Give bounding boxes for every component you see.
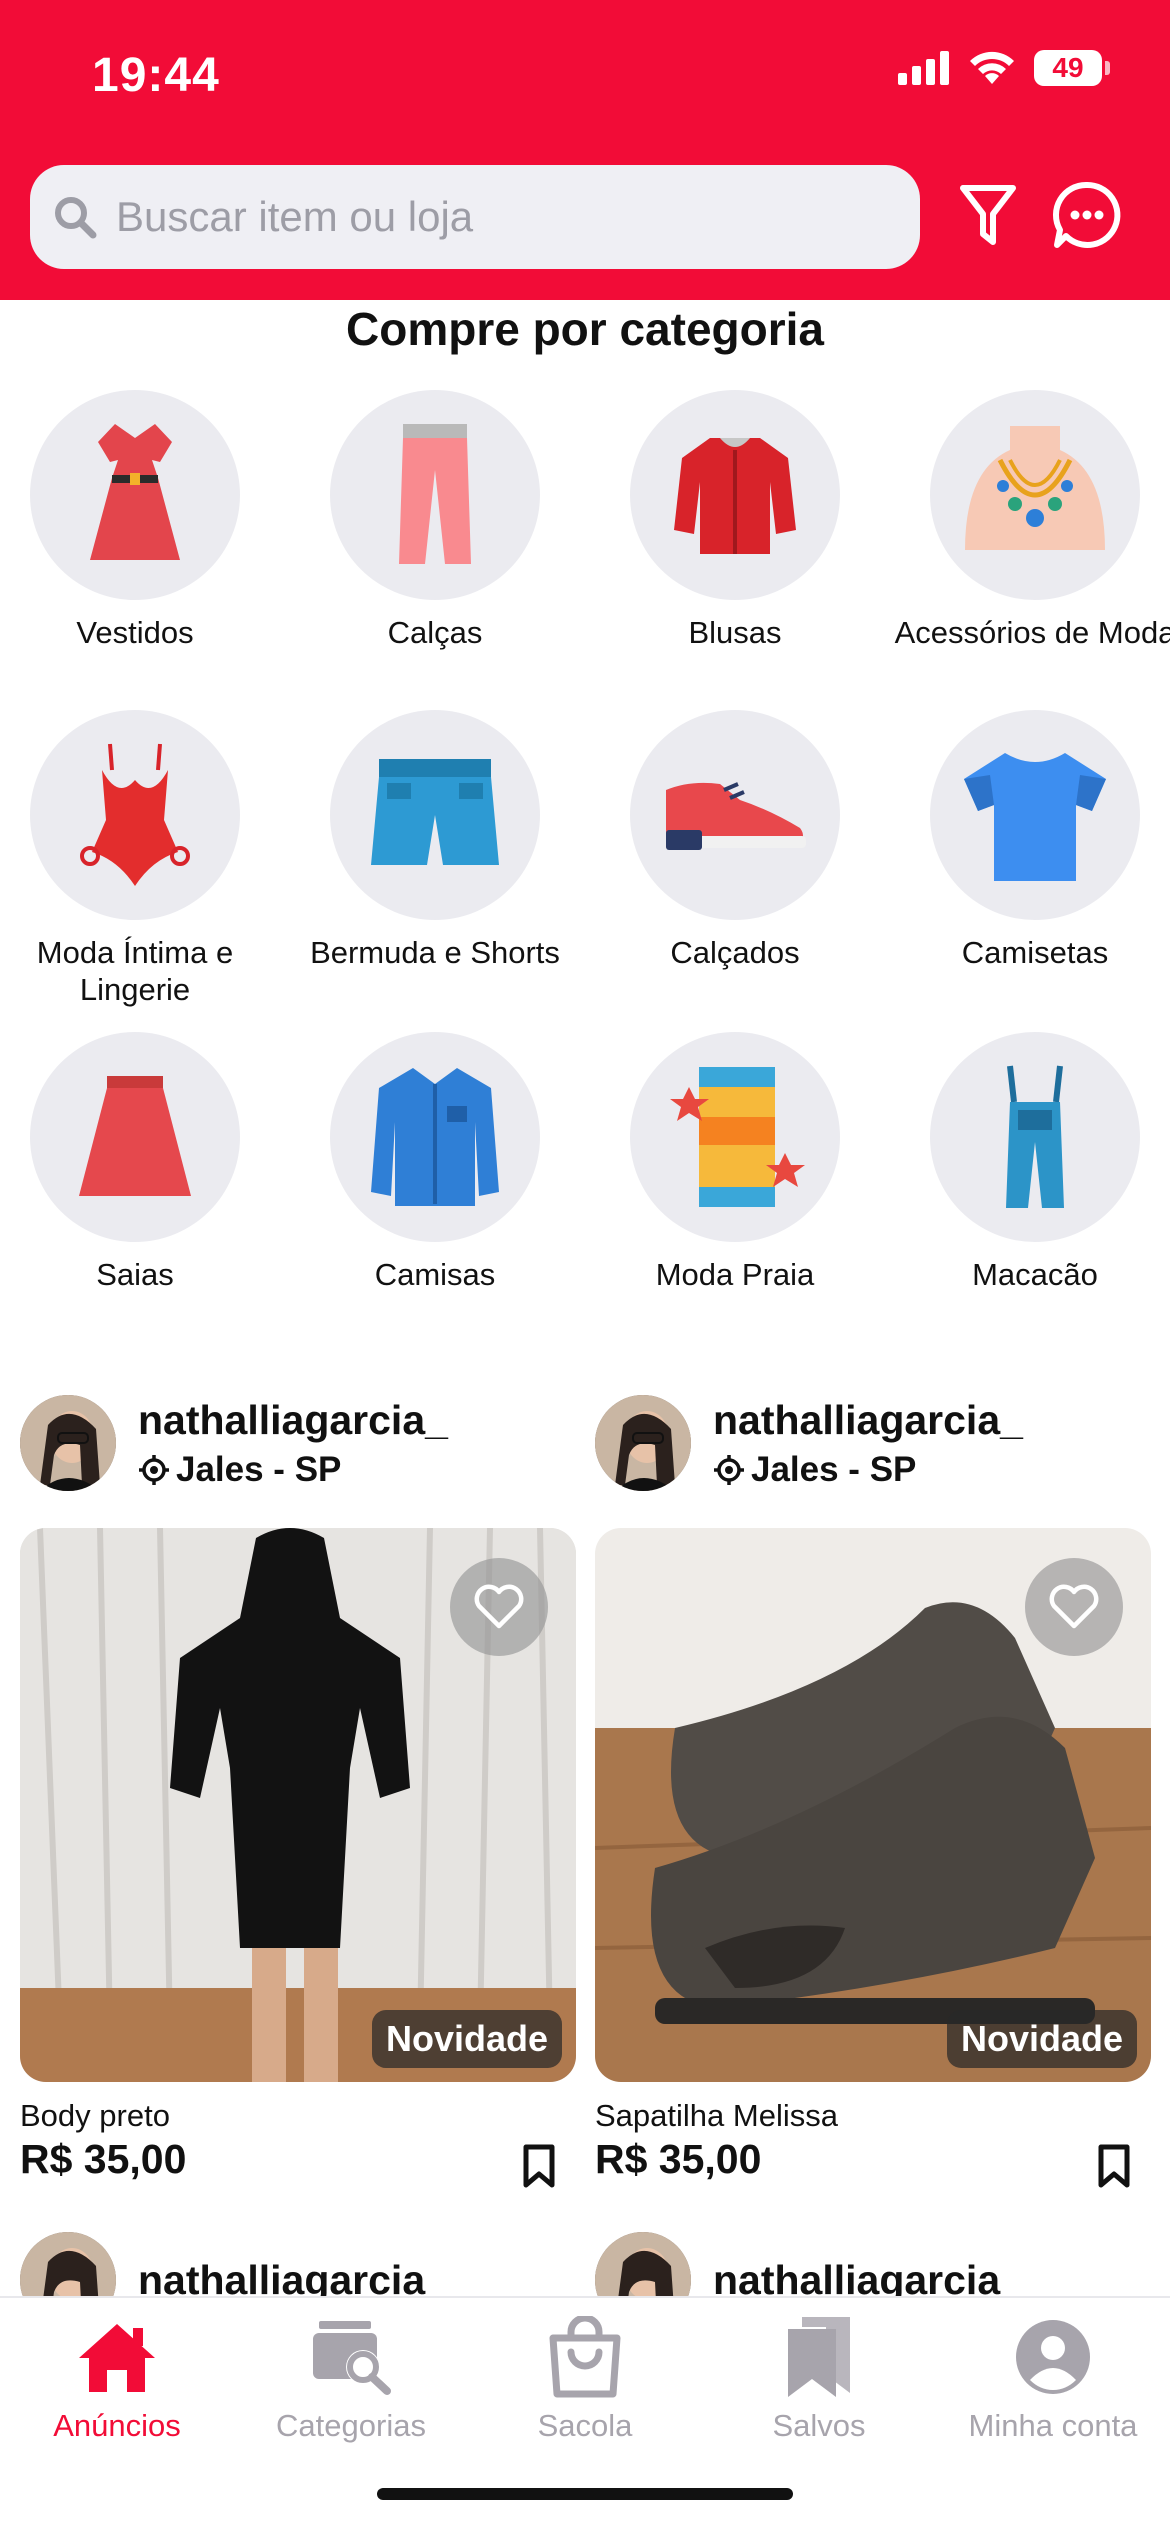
blouse-icon [674,438,796,554]
nav-label: Anúncios [53,2408,181,2443]
nav-label: Sacola [537,2408,633,2443]
search-input[interactable]: Buscar item ou loja [30,165,920,269]
product-title[interactable]: Body preto [20,2098,170,2134]
status-icons: 49 [898,50,1110,86]
new-badge: Novidade [371,2010,562,2068]
bookmark-icon[interactable] [522,2144,556,2188]
avatar [595,1395,691,1491]
seller-location: Jales - SP [713,1450,1023,1490]
bookmark-icon[interactable] [1097,2144,1131,2188]
category-label: Vestidos [76,615,194,650]
sneaker-icon [666,782,806,850]
category-label: Acessórios de Moda [894,615,1170,650]
heart-icon [1049,1584,1099,1629]
nav-label: Minha conta [968,2408,1138,2443]
new-badge: Novidade [946,2010,1137,2068]
filter-icon[interactable] [958,182,1018,250]
favorite-button[interactable] [450,1558,548,1656]
home-indicator [377,2488,793,2500]
nav-categorias[interactable]: Categorias [234,2312,468,2444]
category-label: Bermuda e Shorts [310,935,560,970]
avatar [20,1395,116,1491]
category-label: Moda Íntima e Lingerie [36,935,234,1007]
section-title: Compre por categoria [346,303,824,355]
category-moda-praia[interactable]: Moda Praia [585,1032,885,1293]
bag-icon [549,2316,621,2398]
category-camisas[interactable]: Camisas [285,1032,585,1293]
category-bermuda-shorts[interactable]: Bermuda e Shorts [285,710,585,971]
wifi-icon [970,51,1014,84]
dress-icon [90,424,180,560]
seller-header[interactable]: nathalliagarcia_ Jales - SP [595,1395,1023,1491]
category-vestidos[interactable]: Vestidos [0,390,285,651]
status-time: 19:44 [92,49,220,102]
heart-icon [474,1584,524,1629]
category-camisetas[interactable]: Camisetas [885,710,1170,971]
categories-search-icon [313,2321,391,2395]
category-macacao[interactable]: Macacão [885,1032,1170,1293]
bookmarks-icon [788,2317,850,2397]
seller-location-text: Jales - SP [176,1449,342,1489]
location-icon [714,1454,744,1485]
overalls-icon [1006,1065,1064,1208]
category-label: Camisas [374,1257,496,1292]
seller-header[interactable]: nathalliagarcia_ Jales - SP [20,1395,448,1491]
nav-label: Categorias [276,2408,426,2443]
app-header: 19:44 49 Buscar item ou loja [0,0,1170,300]
nav-anuncios[interactable]: Anúncios [0,2312,234,2444]
seller-location: Jales - SP [138,1450,448,1490]
product-image[interactable]: Novidade [20,1528,576,2082]
skirt-icon [79,1076,191,1196]
necklace-icon [965,426,1105,550]
category-label: Calças [387,615,483,650]
seller-name: nathalliagarcia_ [713,1396,1023,1443]
pants-icon [399,424,471,564]
product-price: R$ 35,00 [595,2136,762,2182]
category-acessorios[interactable]: Acessórios de Moda [885,390,1170,651]
product-image[interactable]: Novidade [595,1528,1151,2082]
nav-sacola[interactable]: Sacola [468,2312,702,2444]
battery-icon: 49 [1034,50,1110,86]
category-saias[interactable]: Saias [0,1032,285,1293]
home-icon [79,2324,155,2392]
category-calcas[interactable]: Calças [285,390,585,651]
product-title[interactable]: Sapatilha Melissa [595,2098,838,2134]
lingerie-icon [80,743,190,886]
seller-name: nathalliagarcia_ [138,1396,448,1443]
shorts-icon [371,759,499,865]
category-label: Blusas [688,615,782,650]
category-label: Moda Praia [655,1257,815,1292]
category-label: Calçados [670,935,800,970]
tshirt-icon [964,753,1106,881]
nav-salvos[interactable]: Salvos [702,2312,936,2444]
nav-minha-conta[interactable]: Minha conta [936,2312,1170,2444]
search-icon [55,197,97,239]
shirt-icon [371,1068,499,1206]
search-placeholder: Buscar item ou loja [116,193,474,240]
chat-icon[interactable] [1052,180,1122,250]
favorite-button[interactable] [1025,1558,1123,1656]
category-label: Macacão [972,1257,1098,1292]
category-calcados[interactable]: Calçados [585,710,885,971]
product-price: R$ 35,00 [20,2136,187,2182]
category-label: Camisetas [961,935,1109,970]
battery-level: 49 [1034,50,1102,86]
account-icon [1016,2320,1090,2394]
beach-towel-icon [670,1067,805,1207]
category-moda-intima[interactable]: Moda Íntima e Lingerie [0,710,285,1008]
category-label: Saias [96,1257,174,1292]
signal-icon [898,51,949,85]
seller-location-text: Jales - SP [751,1449,917,1489]
nav-label: Salvos [772,2408,866,2443]
category-blusas[interactable]: Blusas [585,390,885,651]
location-icon [139,1454,169,1485]
